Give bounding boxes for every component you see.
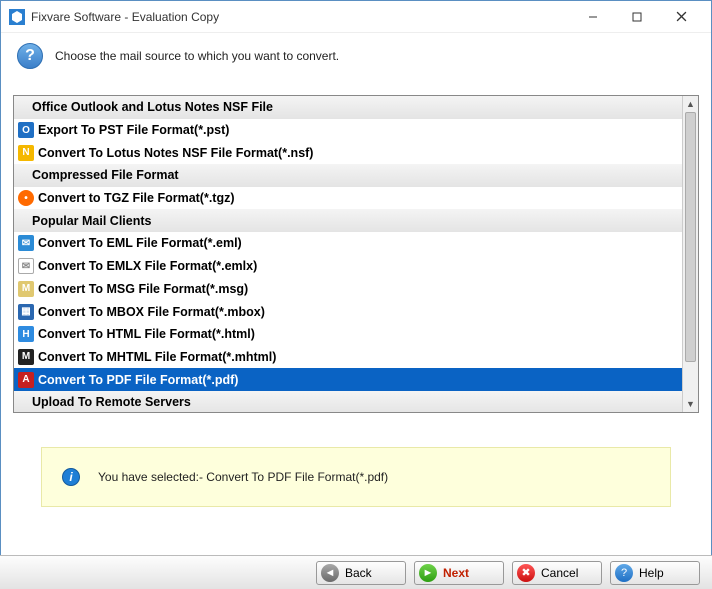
- help-button[interactable]: ? Help: [610, 561, 700, 585]
- list-item-label: Convert To MBOX File Format(*.mbox): [38, 305, 265, 319]
- tgz-icon: •: [18, 190, 34, 206]
- scroll-thumb[interactable]: [685, 112, 696, 362]
- maximize-button[interactable]: [615, 3, 659, 31]
- list-item[interactable]: N Convert To Lotus Notes NSF File Format(…: [14, 141, 682, 164]
- mbox-icon: ▦: [18, 304, 34, 320]
- msg-icon: M: [18, 281, 34, 297]
- next-label: Next: [443, 566, 469, 580]
- info-icon: i: [62, 468, 80, 486]
- format-list[interactable]: Office Outlook and Lotus Notes NSF File …: [14, 96, 682, 412]
- header: ? Choose the mail source to which you wa…: [1, 33, 711, 95]
- pdf-icon: A: [18, 372, 34, 388]
- window-title: Fixvare Software - Evaluation Copy: [31, 10, 571, 24]
- header-prompt: Choose the mail source to which you want…: [55, 49, 339, 63]
- back-label: Back: [345, 566, 372, 580]
- info-text: You have selected:- Convert To PDF File …: [98, 470, 388, 484]
- list-item-label: Convert To EML File Format(*.eml): [38, 236, 242, 250]
- section-header-compressed: Compressed File Format: [14, 164, 682, 187]
- list-item-label: Convert To PDF File Format(*.pdf): [38, 373, 238, 387]
- scroll-down-arrow[interactable]: ▼: [683, 396, 698, 412]
- format-list-panel: Office Outlook and Lotus Notes NSF File …: [13, 95, 699, 413]
- minimize-button[interactable]: [571, 3, 615, 31]
- list-item-label: Convert To HTML File Format(*.html): [38, 327, 255, 341]
- list-item-label: Convert To EMLX File Format(*.emlx): [38, 259, 257, 273]
- app-icon: [9, 9, 25, 25]
- titlebar: Fixvare Software - Evaluation Copy: [1, 1, 711, 33]
- section-header-remote-servers: Upload To Remote Servers: [14, 391, 682, 412]
- nsf-icon: N: [18, 145, 34, 161]
- back-button[interactable]: ◄ Back: [316, 561, 406, 585]
- list-item-label: Convert to TGZ File Format(*.tgz): [38, 191, 235, 205]
- list-item[interactable]: M Convert To MSG File Format(*.msg): [14, 278, 682, 301]
- list-item-label: Export To PST File Format(*.pst): [38, 123, 229, 137]
- scrollbar[interactable]: ▲ ▼: [682, 96, 698, 412]
- cancel-icon: ✖: [517, 564, 535, 582]
- help-label: Help: [639, 566, 664, 580]
- next-icon: ►: [419, 564, 437, 582]
- list-item[interactable]: ✉ Convert To EMLX File Format(*.emlx): [14, 255, 682, 278]
- back-icon: ◄: [321, 564, 339, 582]
- scroll-up-arrow[interactable]: ▲: [683, 96, 698, 112]
- outlook-icon: O: [18, 122, 34, 138]
- list-item[interactable]: ▦ Convert To MBOX File Format(*.mbox): [14, 300, 682, 323]
- list-item[interactable]: • Convert to TGZ File Format(*.tgz): [14, 187, 682, 210]
- mhtml-icon: M: [18, 349, 34, 365]
- list-item-label: Convert To Lotus Notes NSF File Format(*…: [38, 146, 313, 160]
- section-header-popular-clients: Popular Mail Clients: [14, 209, 682, 232]
- footer: ◄ Back ► Next ✖ Cancel ? Help: [0, 555, 712, 589]
- list-item[interactable]: M Convert To MHTML File Format(*.mhtml): [14, 346, 682, 369]
- help-icon: ?: [615, 564, 633, 582]
- list-item-selected[interactable]: A Convert To PDF File Format(*.pdf): [14, 368, 682, 391]
- list-item[interactable]: H Convert To HTML File Format(*.html): [14, 323, 682, 346]
- cancel-label: Cancel: [541, 566, 578, 580]
- list-item[interactable]: ✉ Convert To EML File Format(*.eml): [14, 232, 682, 255]
- list-item-label: Convert To MSG File Format(*.msg): [38, 282, 248, 296]
- info-box: i You have selected:- Convert To PDF Fil…: [41, 447, 671, 507]
- next-button[interactable]: ► Next: [414, 561, 504, 585]
- html-icon: H: [18, 326, 34, 342]
- eml-icon: ✉: [18, 235, 34, 251]
- section-header-outlook-notes: Office Outlook and Lotus Notes NSF File: [14, 96, 682, 119]
- cancel-button[interactable]: ✖ Cancel: [512, 561, 602, 585]
- emlx-icon: ✉: [18, 258, 34, 274]
- close-button[interactable]: [659, 3, 703, 31]
- list-item-label: Convert To MHTML File Format(*.mhtml): [38, 350, 276, 364]
- list-item[interactable]: O Export To PST File Format(*.pst): [14, 119, 682, 142]
- question-icon: ?: [17, 43, 43, 69]
